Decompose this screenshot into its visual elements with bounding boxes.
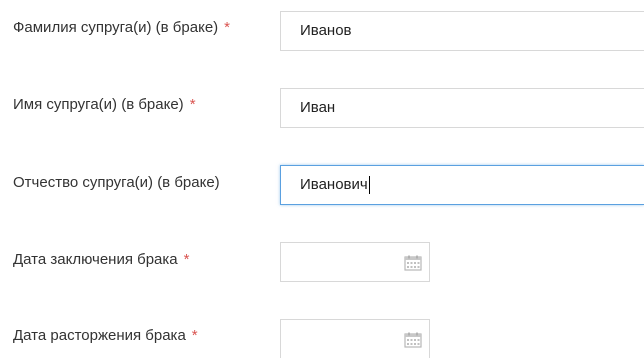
divorce-date-label: Дата расторжения брака * [13, 327, 198, 344]
calendar-icon[interactable] [404, 332, 422, 348]
surname-value: Иванов [300, 22, 352, 39]
name-label-text: Имя супруга(и) (в браке) [13, 96, 184, 113]
patronymic-value: Иванович [300, 176, 368, 193]
patronymic-label-text: Отчество супруга(и) (в браке) [13, 174, 220, 191]
required-marker: * [183, 251, 190, 268]
text-caret [368, 176, 370, 195]
name-label: Имя супруга(и) (в браке) * [13, 96, 196, 113]
calendar-icon[interactable] [404, 255, 422, 271]
name-input[interactable]: Иван [280, 88, 644, 128]
divorce-date-label-text: Дата расторжения брака [13, 327, 186, 344]
marriage-date-label: Дата заключения брака * [13, 251, 189, 268]
surname-label: Фамилия супруга(и) (в браке) * [13, 19, 230, 36]
required-marker: * [191, 327, 198, 344]
required-marker: * [224, 19, 230, 36]
marriage-date-input[interactable] [280, 242, 430, 282]
spouse-form: Фамилия супруга(и) (в браке) * Иванов Имя… [0, 0, 644, 358]
surname-label-text: Фамилия супруга(и) (в браке) [13, 19, 219, 36]
patronymic-input[interactable]: Иванович [280, 165, 644, 205]
patronymic-label: Отчество супруга(и) (в браке) [13, 174, 220, 191]
divorce-date-input[interactable] [280, 319, 430, 358]
marriage-date-label-text: Дата заключения брака [13, 251, 178, 268]
surname-input[interactable]: Иванов [280, 11, 644, 51]
name-value: Иван [300, 99, 336, 116]
required-marker: * [189, 96, 196, 113]
